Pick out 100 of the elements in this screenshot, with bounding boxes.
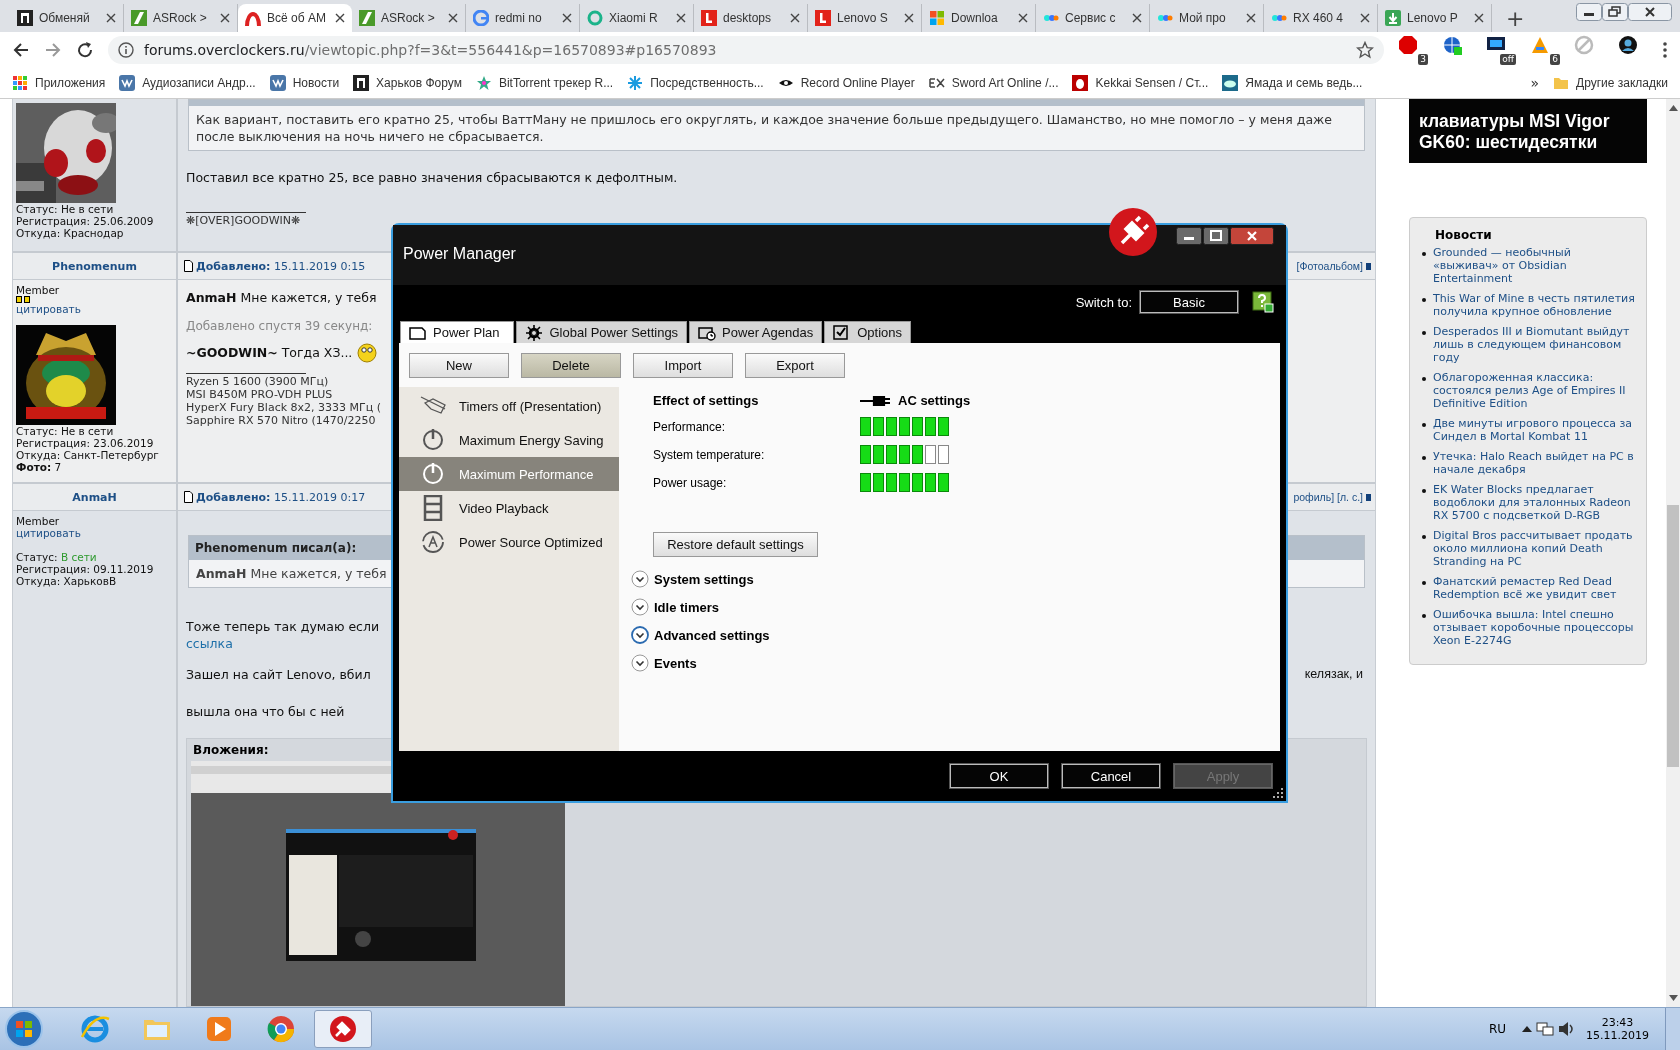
close-icon[interactable]: [220, 13, 230, 23]
close-icon[interactable]: [1628, 3, 1672, 21]
author-link[interactable]: AnmaH: [72, 490, 117, 504]
user-info: Откуда: Краснодар: [16, 227, 124, 239]
post-links[interactable]: рофиль] [л. с.]: [1293, 491, 1363, 503]
help-icon[interactable]: [1252, 291, 1274, 313]
bookmark[interactable]: Record Online Player: [777, 75, 915, 91]
expander[interactable]: System settings: [631, 565, 754, 593]
quote-link[interactable]: цитировать: [16, 527, 81, 539]
forward-icon[interactable]: [44, 41, 62, 59]
close-icon[interactable]: [676, 13, 686, 23]
close-icon[interactable]: [335, 13, 345, 23]
tab[interactable]: Power Plan: [400, 321, 515, 343]
dialog-button[interactable]: OK: [950, 764, 1048, 788]
show-hidden-icons-icon[interactable]: [1522, 1026, 1532, 1032]
banner[interactable]: клавиатуры MSI Vigor GK60: шестидесятки: [1409, 99, 1647, 163]
page-icon: [17, 10, 33, 26]
language-indicator[interactable]: RU: [1488, 1022, 1506, 1036]
author-link[interactable]: Phenomenum: [52, 259, 137, 273]
close-icon[interactable]: [1360, 13, 1370, 23]
quote-link[interactable]: цитировать: [16, 303, 81, 315]
extension-button[interactable]: off: [1486, 35, 1516, 65]
close-icon[interactable]: [1132, 13, 1142, 23]
news-link[interactable]: Desperados III и Biomutant выйдут лишь в следующем финансовом году: [1433, 325, 1638, 364]
browser-tab[interactable]: Всё об AM: [238, 4, 352, 32]
extension-button[interactable]: 6: [1530, 35, 1560, 65]
news-link[interactable]: Утечка: Halo Reach выйдет на PC в начале декабря: [1433, 450, 1638, 476]
user-info: Регистрация: 23.06.2019: [16, 437, 154, 449]
close-icon[interactable]: [106, 13, 116, 23]
plan-item[interactable]: Maximum Energy Saving: [399, 423, 619, 457]
maximize-icon[interactable]: [1203, 227, 1229, 245]
news-link[interactable]: Облагороженная классика: состоялся релиз Age of Empires II Definitive Edition: [1433, 371, 1638, 410]
news-link[interactable]: Две минуты игрового процесса за Синдел в Mortal Kombat 11: [1433, 417, 1638, 443]
scroll-thumb[interactable]: [1667, 505, 1679, 767]
expander[interactable]: Events: [631, 649, 697, 677]
calendar-clock-icon: [698, 324, 717, 341]
news-link[interactable]: EK Water Blocks предлагает водоблоки для эталонных Radeon RX 5700 с подсветкой D-RGB: [1433, 483, 1638, 522]
expander[interactable]: Advanced settings: [631, 621, 770, 649]
reload-icon[interactable]: [76, 41, 94, 59]
action-button[interactable]: New: [409, 353, 509, 378]
close-icon[interactable]: [790, 13, 800, 23]
tab[interactable]: Power Agendas: [689, 321, 823, 343]
bookmark[interactable]: Sword Art Online /...: [928, 75, 1059, 91]
minimize-icon[interactable]: [1576, 3, 1602, 21]
plan-item[interactable]: Timers off (Presentation): [399, 389, 619, 423]
action-button[interactable]: Import: [633, 353, 733, 378]
tab[interactable]: Options: [824, 321, 911, 343]
network-icon[interactable]: [1536, 1021, 1554, 1037]
clock[interactable]: 23:43 15.11.2019: [1586, 1016, 1649, 1042]
bookmark[interactable]: Посредственность...: [627, 75, 764, 91]
resize-grip-icon[interactable]: [1273, 788, 1283, 798]
menu-icon[interactable]: [1662, 41, 1668, 59]
close-icon[interactable]: [1474, 13, 1484, 23]
star-icon[interactable]: [1356, 41, 1374, 59]
news-link[interactable]: Ошибочка вышла: Intel спешно отзывает коробочные процессоры Xeon E-2274G: [1433, 608, 1638, 647]
bookmark[interactable]: BitTorrent трекер R...: [475, 75, 614, 91]
minimize-icon[interactable]: [1176, 227, 1202, 245]
post-date: Добавлено: 15.11.2019 0:17: [196, 490, 366, 504]
post-link[interactable]: ссылка: [186, 635, 233, 652]
signature-line: Ryzen 5 1600 (3900 МГц): [186, 375, 330, 388]
scrollbar[interactable]: [1666, 99, 1680, 1007]
more-bookmarks-button[interactable]: »: [1530, 75, 1540, 91]
news-link[interactable]: This War of Mine в честь пятилетия получила крупное обновление: [1433, 292, 1638, 318]
extension-button[interactable]: 3: [1398, 35, 1428, 65]
expander[interactable]: Idle timers: [631, 593, 720, 621]
dialog-button[interactable]: Cancel: [1062, 764, 1160, 788]
badge: off: [1500, 54, 1516, 65]
bookmark[interactable]: Харьков Форум: [353, 75, 462, 91]
bookmark[interactable]: Приложения: [12, 75, 106, 91]
action-button[interactable]: Delete: [521, 353, 621, 378]
plan-item[interactable]: Maximum Performance: [399, 457, 619, 491]
bookmark[interactable]: Kekkai Sensen / Ст...: [1072, 75, 1209, 91]
plan-item[interactable]: Video Playback: [399, 491, 619, 525]
bookmark[interactable]: Ямада и семь ведь...: [1222, 75, 1363, 91]
close-icon[interactable]: [1018, 13, 1028, 23]
close-icon[interactable]: [1230, 227, 1274, 245]
volume-icon[interactable]: [1558, 1021, 1576, 1037]
start-button[interactable]: [4, 1009, 44, 1049]
bookmark[interactable]: Аудиозаписи Андр...: [119, 75, 256, 91]
back-icon[interactable]: [12, 41, 30, 59]
bookmark[interactable]: Новости: [269, 75, 340, 91]
tab[interactable]: Global Power Settings: [516, 321, 688, 343]
bullet-icon: [1422, 489, 1426, 493]
bookmark[interactable]: Другие закладки: [1553, 75, 1668, 91]
post-links[interactable]: [Фотоальбом]: [1296, 260, 1363, 272]
restore-icon[interactable]: [1602, 3, 1628, 21]
news-link[interactable]: Digital Bros рассчитывает продать около миллиона копий Death Stranding на PC: [1433, 529, 1638, 568]
switch-button[interactable]: Basic: [1140, 291, 1238, 313]
close-icon[interactable]: [448, 13, 458, 23]
news-link[interactable]: Grounded — необычный «выживач» от Obsidian Entertainment: [1433, 246, 1638, 285]
close-icon[interactable]: [1246, 13, 1256, 23]
action-button[interactable]: Export: [745, 353, 845, 378]
taskbar-button[interactable]: [314, 1010, 372, 1048]
close-icon[interactable]: [904, 13, 914, 23]
close-icon[interactable]: [562, 13, 572, 23]
news-link[interactable]: Фанатский ремастер Red Dead Redemption всё же увидит свет: [1433, 575, 1638, 601]
restore-button[interactable]: Restore default settings: [653, 532, 818, 557]
bullet-icon: [1422, 456, 1426, 460]
new-tab-button[interactable]: +: [1500, 4, 1531, 32]
address-bar[interactable]: forums.overclockers.ru/viewtopic.php?f=3&t=556441&p=16570893#p16570893: [108, 36, 1384, 64]
